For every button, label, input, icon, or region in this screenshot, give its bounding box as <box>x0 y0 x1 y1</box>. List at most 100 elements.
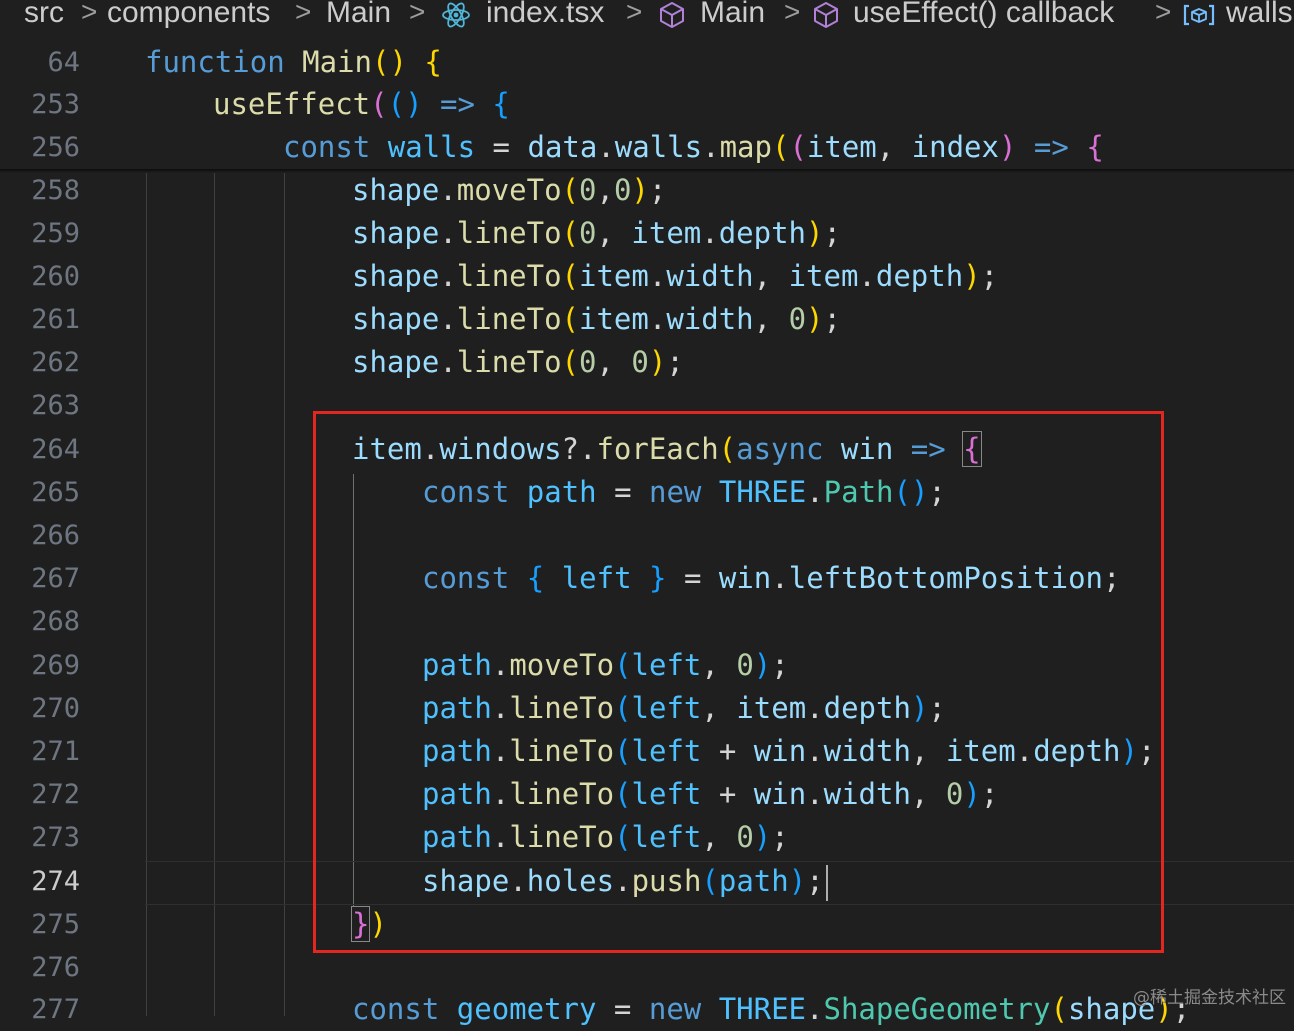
code-text: item.windows?.forEach(async win => { <box>352 428 982 471</box>
code-token: ; <box>928 691 946 725</box>
code-line[interactable]: 273 path.lineTo(left, 0); <box>0 816 1294 859</box>
breadcrumb-item-src[interactable]: src <box>24 0 64 28</box>
code-token: left <box>631 777 702 811</box>
code-line[interactable]: 275}) <box>0 903 1294 946</box>
code-token: ) <box>753 648 772 682</box>
line-number: 272 <box>31 779 80 810</box>
breadcrumb-separator: > <box>295 0 312 27</box>
code-token: { <box>424 45 442 79</box>
code-token: width <box>823 777 911 811</box>
code-line[interactable]: 268 <box>0 600 1294 643</box>
code-token: + <box>701 734 754 768</box>
code-token: item <box>788 259 859 293</box>
code-line[interactable]: 264 item.windows?.forEach(async win => { <box>0 428 1294 471</box>
code-token: ; <box>823 216 841 250</box>
code-token: , <box>701 691 737 725</box>
code-token: . <box>439 259 457 293</box>
code-token: ; <box>666 345 684 379</box>
code-token: left <box>631 734 702 768</box>
breadcrumb-item-main-folder[interactable]: Main <box>326 0 391 28</box>
line-number: 264 <box>31 434 80 465</box>
code-token: { <box>1086 130 1104 164</box>
code-token: 0 <box>579 216 597 250</box>
code-token: item <box>579 259 649 293</box>
code-token: ; <box>928 475 946 509</box>
code-token: . <box>491 777 510 811</box>
code-line[interactable]: 269 path.moveTo(left, 0); <box>0 644 1294 687</box>
code-token: } <box>350 906 371 942</box>
code-line[interactable]: 263 <box>0 384 1294 427</box>
code-token: ; <box>648 173 667 207</box>
code-line[interactable]: 272 path.lineTo(left + win.width, 0); <box>0 773 1294 816</box>
code-token: data <box>527 130 598 164</box>
code-line[interactable]: 64 function Main() { <box>0 41 1294 84</box>
watermark: @稀土掘金技术社区 <box>1133 988 1286 1008</box>
code-line[interactable]: 253 useEffect(() => { <box>0 83 1294 126</box>
code-token: shape <box>422 864 510 898</box>
cube-icon <box>660 2 684 28</box>
code-token: ( <box>701 864 719 898</box>
code-token: . <box>701 216 719 250</box>
code-text: path.lineTo(left + win.width, item.depth… <box>422 730 1155 773</box>
code-line[interactable]: 260 shape.lineTo(item.width, item.depth); <box>0 255 1294 298</box>
code-token: async <box>736 432 824 466</box>
code-token: ) <box>963 259 981 293</box>
code-line[interactable]: 276 <box>0 946 1294 989</box>
code-line[interactable]: 261 shape.lineTo(item.width, 0); <box>0 298 1294 341</box>
code-token: ) <box>998 130 1017 164</box>
code-token: path <box>422 691 492 725</box>
code-token: . <box>597 130 615 164</box>
code-token: item <box>945 734 1016 768</box>
code-token: shape <box>352 345 440 379</box>
code-token: win <box>718 561 772 595</box>
code-line[interactable]: 256 const walls = data.walls.map((item, i… <box>0 126 1294 169</box>
code-token: , <box>910 777 946 811</box>
code-line[interactable]: 274 shape.holes.push(path); <box>0 860 1294 903</box>
code-token: width <box>823 734 911 768</box>
breadcrumb-item-callback[interactable]: useEffect() callback <box>853 0 1114 28</box>
code-token: . <box>439 173 457 207</box>
line-number: 263 <box>31 390 80 421</box>
breadcrumb-item-walls[interactable]: walls <box>1226 0 1293 28</box>
code-token: ( <box>614 648 632 682</box>
code-text: shape.lineTo(0, item.depth); <box>352 212 841 255</box>
code-token: win <box>840 432 894 466</box>
code-line[interactable]: 277 const geometry = new THREE.ShapeGeome… <box>0 988 1294 1031</box>
code-token: left <box>631 820 702 854</box>
code-line[interactable]: 270 path.lineTo(left, item.depth); <box>0 687 1294 730</box>
code-line[interactable]: 271 path.lineTo(left + win.width, item.de… <box>0 730 1294 773</box>
code-token: leftBottomPosition <box>788 561 1104 595</box>
code-text: const { left } = win.leftBottomPosition; <box>422 557 1121 600</box>
code-token: ( <box>614 820 632 854</box>
code-line[interactable]: 258 shape.moveTo(0,0); <box>0 169 1294 212</box>
code-token: path <box>422 777 492 811</box>
code-token: ShapeGeometry <box>823 992 1051 1026</box>
code-token: ( <box>771 130 790 164</box>
breadcrumb-item-file[interactable]: index.tsx <box>486 0 604 28</box>
code-token: , <box>876 130 912 164</box>
code-token: ; <box>771 648 789 682</box>
breadcrumb-item-components[interactable]: components <box>107 0 270 28</box>
code-token: Main <box>302 45 372 79</box>
cube-icon <box>814 2 838 28</box>
code-line[interactable]: 262 shape.lineTo(0, 0); <box>0 341 1294 384</box>
code-line[interactable]: 267 const { left } = win.leftBottomPositi… <box>0 557 1294 600</box>
code-token: depth <box>718 216 807 250</box>
code-line[interactable]: 265 const path = new THREE.Path(); <box>0 471 1294 514</box>
code-token: ) <box>1120 734 1138 768</box>
code-token: path <box>422 734 492 768</box>
breadcrumb-item-main-function[interactable]: Main <box>700 0 765 28</box>
code-token: . <box>491 734 510 768</box>
code-line[interactable]: 266 <box>0 514 1294 557</box>
code-token: 0 <box>613 173 632 207</box>
code-line[interactable]: 259 shape.lineTo(0, item.depth); <box>0 212 1294 255</box>
